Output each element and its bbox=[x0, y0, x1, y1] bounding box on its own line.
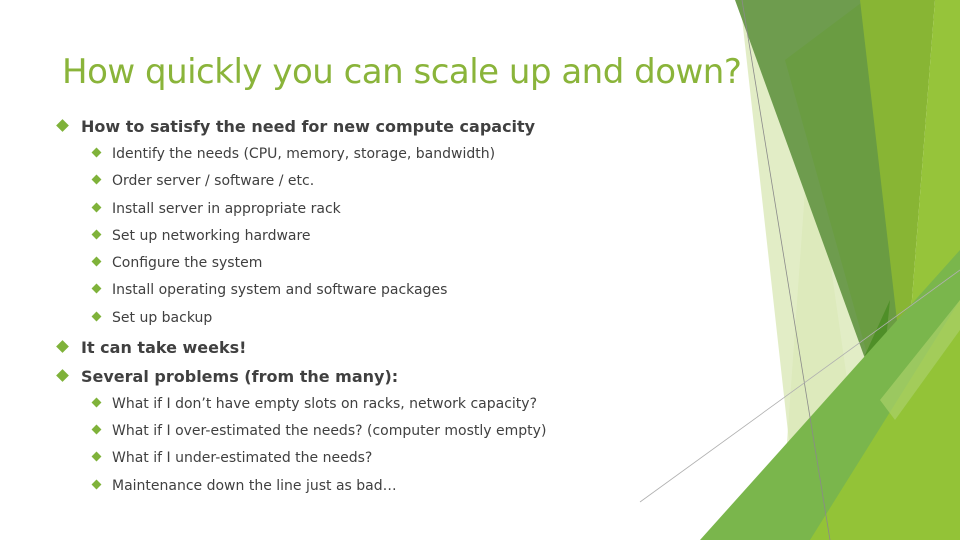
bullet-level1: It can take weeks! bbox=[56, 338, 246, 357]
bullet-level2: Set up networking hardware bbox=[91, 228, 311, 244]
bullet-text: How to satisfy the need for new compute … bbox=[81, 117, 536, 136]
diamond-bullet-icon bbox=[91, 479, 102, 489]
bullet-level2: Set up backup bbox=[91, 310, 212, 326]
diamond-bullet-icon bbox=[56, 340, 69, 353]
bullet-text: Install server in appropriate rack bbox=[112, 201, 341, 217]
bullet-text: Order server / software / etc. bbox=[112, 173, 315, 189]
slide-title: How quickly you can scale up and down? bbox=[62, 52, 742, 92]
bullet-level2: What if I don’t have empty slots on rack… bbox=[91, 396, 537, 412]
bullet-level1: How to satisfy the need for new compute … bbox=[56, 117, 535, 136]
diamond-bullet-icon bbox=[91, 397, 102, 407]
bullet-text: It can take weeks! bbox=[81, 338, 247, 357]
diamond-bullet-icon bbox=[91, 202, 102, 212]
bullet-text: What if I under-estimated the needs? bbox=[112, 450, 373, 466]
diamond-bullet-icon bbox=[91, 451, 102, 461]
bullet-level2: Configure the system bbox=[91, 255, 262, 271]
bullet-text: Set up networking hardware bbox=[112, 228, 311, 244]
diamond-bullet-icon bbox=[91, 424, 102, 434]
diamond-bullet-icon bbox=[91, 147, 102, 157]
diamond-bullet-icon bbox=[56, 119, 69, 132]
bullet-level1: Several problems (from the many): bbox=[56, 367, 398, 386]
bullet-level2: Maintenance down the line just as bad… bbox=[91, 478, 397, 494]
bullet-text: Maintenance down the line just as bad… bbox=[112, 478, 397, 494]
bullet-level2: Install server in appropriate rack bbox=[91, 201, 341, 217]
bullet-level2: Identify the needs (CPU, memory, storage… bbox=[91, 146, 495, 162]
diamond-bullet-icon bbox=[91, 283, 102, 293]
bullet-level2: Install operating system and software pa… bbox=[91, 282, 447, 298]
bullet-text: Configure the system bbox=[112, 255, 263, 271]
bullet-text: Set up backup bbox=[112, 310, 213, 326]
bullet-text: What if I over-estimated the needs? (com… bbox=[112, 423, 547, 439]
bullet-level2: What if I under-estimated the needs? bbox=[91, 450, 372, 466]
diamond-bullet-icon bbox=[91, 256, 102, 266]
diamond-bullet-icon bbox=[56, 369, 69, 382]
bullet-text: Several problems (from the many): bbox=[81, 367, 399, 386]
bullet-level2: Order server / software / etc. bbox=[91, 173, 314, 189]
bullet-level2: What if I over-estimated the needs? (com… bbox=[91, 423, 546, 439]
diamond-bullet-icon bbox=[91, 229, 102, 239]
bullet-text: Identify the needs (CPU, memory, storage… bbox=[112, 146, 496, 162]
bullet-text: What if I don’t have empty slots on rack… bbox=[112, 396, 538, 412]
bullet-text: Install operating system and software pa… bbox=[112, 282, 448, 298]
diamond-bullet-icon bbox=[91, 174, 102, 184]
diamond-bullet-icon bbox=[91, 311, 102, 321]
